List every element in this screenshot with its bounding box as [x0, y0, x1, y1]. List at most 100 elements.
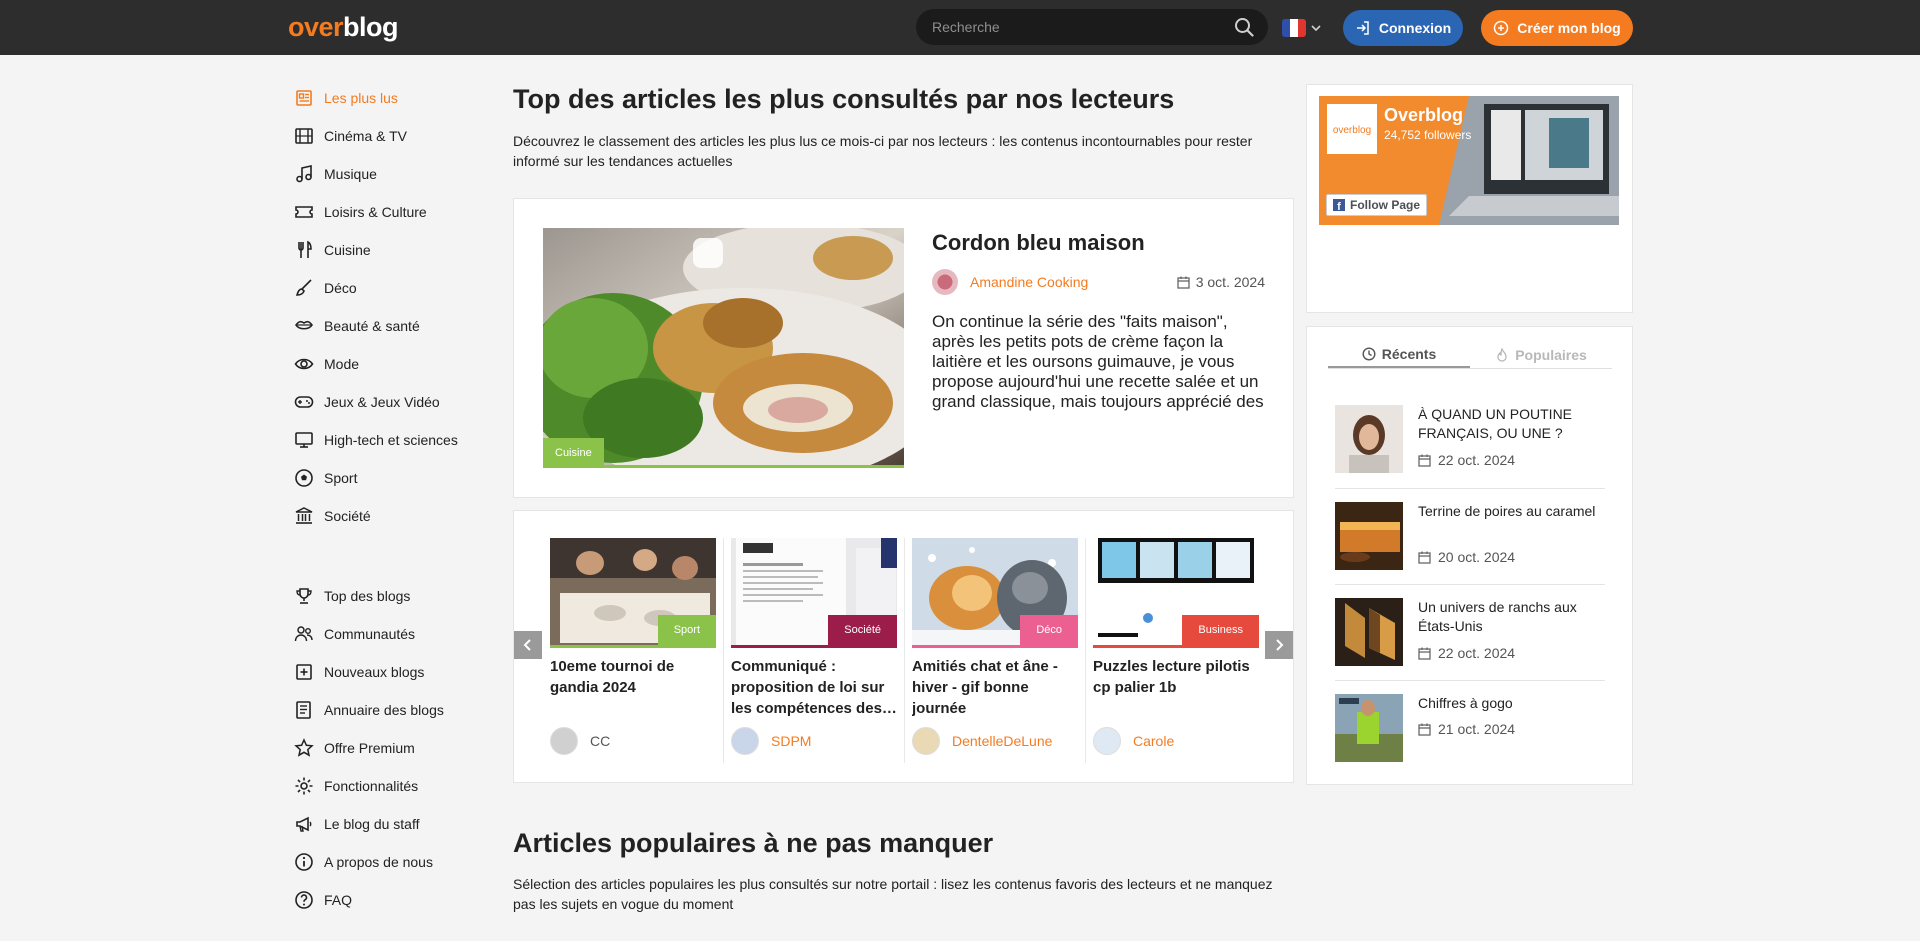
sidebar-item-faq[interactable]: FAQ: [294, 888, 352, 912]
article-title[interactable]: Chiffres à gogo: [1418, 694, 1603, 713]
sidebar-item-communautes[interactable]: Communautés: [294, 622, 415, 646]
sidebar-item-le-blog-du-staff[interactable]: Le blog du staff: [294, 812, 419, 836]
article-thumbnail[interactable]: Société: [731, 538, 897, 648]
tab-popular[interactable]: Populaires: [1470, 341, 1612, 368]
newspaper-icon: [296, 90, 312, 106]
sidebar-item-deco[interactable]: Déco: [294, 276, 357, 300]
category-tag[interactable]: Cuisine: [543, 438, 604, 468]
page-intro: Découvrez le classement des articles les…: [513, 133, 1253, 169]
author-name[interactable]: Carole: [1133, 733, 1174, 749]
author-name[interactable]: SDPM: [771, 733, 811, 749]
recent-article-item[interactable]: Terrine de poires au caramel 20 oct. 2024: [1335, 502, 1605, 578]
category-tag[interactable]: Déco: [1020, 615, 1078, 645]
sidebar-item-label: High-tech et sciences: [324, 432, 458, 448]
carousel-article-card[interactable]: Sport 10eme tournoi de gandia 2024 CC: [550, 538, 716, 755]
sidebar-item-offre-premium[interactable]: Offre Premium: [294, 736, 415, 760]
search-input[interactable]: [932, 17, 1222, 37]
sidebar-item-jeux-jeux-video[interactable]: Jeux & Jeux Vidéo: [294, 390, 440, 414]
featured-article-card[interactable]: Cuisine Cordon bleu maison Amandine Cook…: [513, 198, 1294, 498]
author-name[interactable]: Amandine Cooking: [970, 274, 1088, 290]
article-author[interactable]: CC: [550, 727, 716, 755]
sidebar-item-societe[interactable]: Société: [294, 504, 371, 528]
author-name[interactable]: DentelleDeLune: [952, 733, 1052, 749]
sidebar-item-label: Société: [324, 508, 371, 524]
french-flag-icon[interactable]: [1282, 19, 1306, 37]
sidebar-item-a-propos-de-nous[interactable]: A propos de nous: [294, 850, 433, 874]
list-divider: [1335, 680, 1605, 681]
plus-square-icon: [296, 664, 312, 680]
article-thumbnail[interactable]: [1335, 502, 1403, 570]
article-thumbnail[interactable]: [1335, 405, 1403, 473]
sidebar-item-loisirs-culture[interactable]: Loisirs & Culture: [294, 200, 427, 224]
sidebar-item-musique[interactable]: Musique: [294, 162, 377, 186]
author-name[interactable]: CC: [590, 733, 610, 749]
featured-article-title[interactable]: Cordon bleu maison: [932, 230, 1145, 256]
article-thumbnail[interactable]: Déco: [912, 538, 1078, 648]
featured-article-excerpt: On continue la série des "faits maison",…: [932, 312, 1264, 411]
sidebar-item-label: Cuisine: [324, 242, 371, 258]
sidebar-item-cinema-tv[interactable]: Cinéma & TV: [294, 124, 407, 148]
facebook-follow-button[interactable]: f Follow Page: [1326, 194, 1428, 216]
author-avatar[interactable]: [912, 727, 940, 755]
recent-article-item[interactable]: Chiffres à gogo 21 oct. 2024: [1335, 694, 1605, 770]
trophy-icon: [296, 588, 312, 604]
institution-icon: [295, 507, 313, 524]
sidebar-item-nouveaux-blogs[interactable]: Nouveaux blogs: [294, 660, 424, 684]
sidebar-item-cuisine[interactable]: Cuisine: [294, 238, 371, 262]
sidebar-item-label: Offre Premium: [324, 740, 415, 756]
sidebar-item-high-tech-et-sciences[interactable]: High-tech et sciences: [294, 428, 458, 452]
sidebar-item-annuaire-des-blogs[interactable]: Annuaire des blogs: [294, 698, 444, 722]
category-tag[interactable]: Sport: [657, 615, 716, 645]
sidebar-item-beaute-sante[interactable]: Beauté & santé: [294, 314, 420, 338]
overblog-logo[interactable]: overblog: [288, 12, 399, 42]
article-author[interactable]: SDPM: [731, 727, 897, 755]
article-date: 22 oct. 2024: [1418, 452, 1515, 468]
recent-article-item[interactable]: Un univers de ranchs aux États-Unis 22 oc…: [1335, 598, 1605, 674]
facebook-icon: f: [1333, 199, 1345, 211]
author-avatar[interactable]: [550, 727, 578, 755]
article-title[interactable]: Terrine de poires au caramel: [1418, 502, 1603, 521]
facebook-page-name[interactable]: Overblog: [1384, 105, 1463, 126]
sidebar-item-label: Sport: [324, 470, 358, 486]
create-blog-button[interactable]: Créer mon blog: [1481, 10, 1633, 46]
category-tag[interactable]: Société: [828, 615, 897, 645]
login-button[interactable]: Connexion: [1343, 10, 1463, 46]
facebook-page-banner[interactable]: overblog Overblog 24,752 followers f Fol…: [1319, 96, 1619, 225]
page-title: Top des articles les plus consultés par …: [513, 84, 1175, 114]
search-icon[interactable]: [1234, 17, 1254, 37]
featured-article-image[interactable]: Cuisine: [543, 228, 904, 468]
article-title[interactable]: Puzzles lecture pilotis cp palier 1b: [1093, 656, 1259, 719]
carousel-prev-button[interactable]: [514, 631, 542, 659]
sidebar-item-top-des-blogs[interactable]: Top des blogs: [294, 584, 410, 608]
chevron-down-icon[interactable]: [1310, 22, 1322, 34]
author-avatar[interactable]: [932, 269, 958, 295]
carousel-next-button[interactable]: [1265, 631, 1293, 659]
category-tag[interactable]: Business: [1182, 615, 1259, 645]
carousel-article-card[interactable]: Déco Amitiés chat et âne - hiver - gif bo…: [912, 538, 1078, 755]
carousel-divider: [1085, 538, 1086, 763]
login-label: Connexion: [1378, 20, 1452, 36]
carousel-article-card[interactable]: Business Puzzles lecture pilotis cp palie…: [1093, 538, 1259, 755]
article-author[interactable]: Carole: [1093, 727, 1259, 755]
sidebar-item-mode[interactable]: Mode: [294, 352, 359, 376]
article-title[interactable]: À QUAND UN POUTINE FRANÇAIS, OU UNE ?: [1418, 405, 1603, 443]
sidebar-item-les-plus-lus[interactable]: Les plus lus: [294, 86, 398, 110]
sidebar-item-fonctionnalites[interactable]: Fonctionnalités: [294, 774, 418, 798]
article-title[interactable]: Amitiés chat et âne - hiver - gif bonne …: [912, 656, 1078, 719]
recent-article-item[interactable]: À QUAND UN POUTINE FRANÇAIS, OU UNE ? 22 …: [1335, 405, 1605, 481]
article-title[interactable]: Communiqué : proposition de loi sur les …: [731, 656, 897, 719]
film-icon: [295, 128, 313, 144]
megaphone-icon: [296, 816, 312, 832]
sidebar-item-sport[interactable]: Sport: [294, 466, 357, 490]
carousel-article-card[interactable]: Société Communiqué : proposition de loi s…: [731, 538, 897, 755]
article-title[interactable]: Un univers de ranchs aux États-Unis: [1418, 598, 1603, 636]
tab-recent[interactable]: Récents: [1328, 341, 1470, 368]
author-avatar[interactable]: [1093, 727, 1121, 755]
article-author[interactable]: DentelleDeLune: [912, 727, 1078, 755]
article-thumbnail[interactable]: Business: [1093, 538, 1259, 648]
article-title[interactable]: 10eme tournoi de gandia 2024: [550, 656, 716, 719]
article-thumbnail[interactable]: Sport: [550, 538, 716, 648]
article-thumbnail[interactable]: [1335, 694, 1403, 762]
article-thumbnail[interactable]: [1335, 598, 1403, 666]
author-avatar[interactable]: [731, 727, 759, 755]
